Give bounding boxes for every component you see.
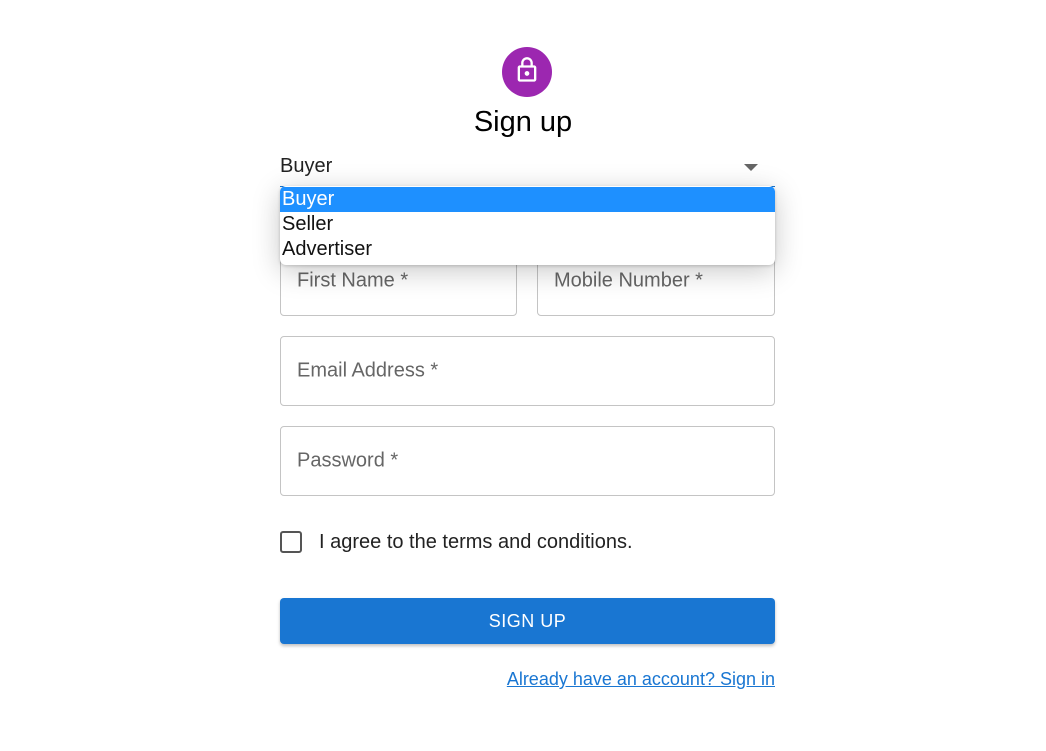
sign-up-button[interactable]: SIGN UP [280,598,775,644]
password-label: Password * [297,449,399,472]
avatar [502,47,552,97]
role-select[interactable]: Buyer [280,150,775,187]
email-field[interactable]: Email Address * [280,336,775,406]
role-dropdown-list: Buyer Seller Advertiser [280,186,775,265]
lock-icon [513,56,541,89]
role-option-advertiser[interactable]: Advertiser [280,237,775,262]
mobile-number-label: Mobile Number * [554,269,703,292]
role-option-buyer[interactable]: Buyer [280,187,775,212]
sign-in-link[interactable]: Already have an account? Sign in [507,669,775,690]
role-select-value: Buyer [280,155,333,177]
terms-row: I agree to the terms and conditions. [280,530,633,554]
terms-checkbox[interactable] [280,531,302,553]
email-label: Email Address * [297,359,439,382]
page-title: Sign up [473,106,573,138]
password-field[interactable]: Password * [280,426,775,496]
signup-page: Sign up Buyer First Name * Mobile Number… [0,0,1046,751]
dropdown-arrow-icon [744,164,758,171]
role-option-seller[interactable]: Seller [280,212,775,237]
terms-label: I agree to the terms and conditions. [319,530,633,553]
first-name-label: First Name * [297,269,409,292]
